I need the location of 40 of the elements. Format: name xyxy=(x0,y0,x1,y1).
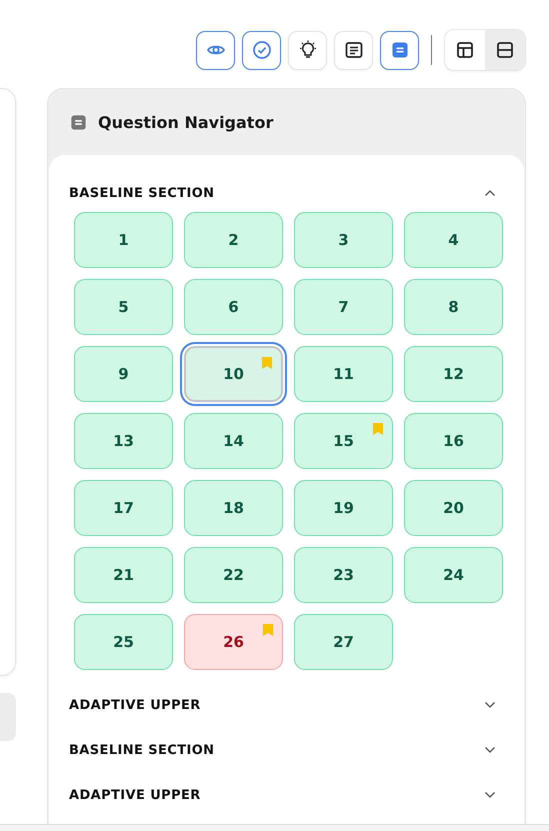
question-button[interactable]: 4 xyxy=(404,212,503,268)
section-header[interactable]: ADAPTIVE UPPER xyxy=(69,687,496,723)
question-button[interactable]: 13 xyxy=(74,413,173,469)
list-icon xyxy=(390,40,410,60)
question-button[interactable]: 15 xyxy=(294,413,393,469)
question-button[interactable]: 7 xyxy=(294,279,393,335)
layout-button[interactable] xyxy=(485,30,525,70)
list-icon xyxy=(69,112,88,132)
question-button[interactable]: 22 xyxy=(184,547,283,603)
question-button[interactable]: 24 xyxy=(404,547,503,603)
question-button[interactable]: 25 xyxy=(74,614,173,670)
section-header[interactable]: BASELINE SECTION xyxy=(69,175,496,211)
question-button[interactable]: 26 xyxy=(184,614,283,670)
section-header[interactable]: BASELINE SECTION xyxy=(69,732,496,768)
question-button[interactable]: 9 xyxy=(74,346,173,402)
question-button[interactable]: 23 xyxy=(294,547,393,603)
question-button[interactable]: 17 xyxy=(74,480,173,536)
section-header[interactable]: ADAPTIVE UPPER xyxy=(69,777,496,813)
document-icon xyxy=(344,40,364,60)
question-button[interactable]: 21 xyxy=(74,547,173,603)
question-button[interactable]: 6 xyxy=(184,279,283,335)
question-button[interactable]: 5 xyxy=(74,279,173,335)
lightbulb-icon xyxy=(298,40,318,60)
question-button[interactable]: 2 xyxy=(184,212,283,268)
question-button[interactable]: 1 xyxy=(74,212,173,268)
question-button[interactable]: 19 xyxy=(294,480,393,536)
stacked-layout-icon xyxy=(495,40,515,60)
split-layout-icon xyxy=(455,40,475,60)
question-button[interactable]: 27 xyxy=(294,614,393,670)
question-button[interactable]: 12 xyxy=(404,346,503,402)
panel-title: Question Navigator xyxy=(98,112,274,132)
question-button[interactable]: 8 xyxy=(404,279,503,335)
question-button[interactable]: 11 xyxy=(294,346,393,402)
layout-button[interactable] xyxy=(445,30,485,70)
question-button[interactable]: 14 xyxy=(184,413,283,469)
question-button[interactable]: 20 xyxy=(404,480,503,536)
question-button[interactable]: 16 xyxy=(404,413,503,469)
check-circle-icon xyxy=(252,40,272,60)
question-button[interactable]: 18 xyxy=(184,480,283,536)
question-button[interactable]: 3 xyxy=(294,212,393,268)
